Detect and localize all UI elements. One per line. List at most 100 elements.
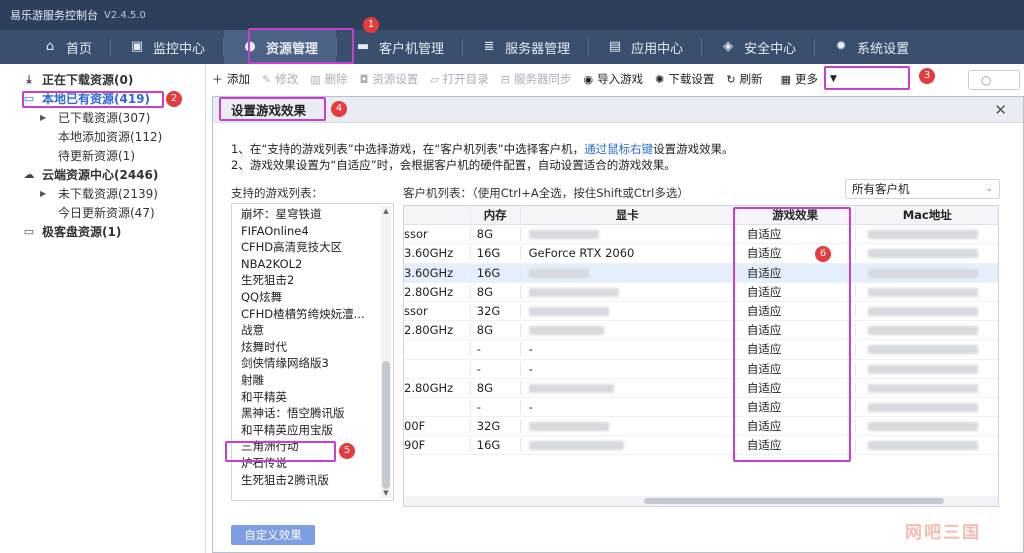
- redacted-value: [868, 268, 979, 278]
- redacted-value: [868, 230, 979, 240]
- watermark: 网吧三国: [905, 523, 981, 543]
- tree-label: 极客盘资源(1): [42, 225, 122, 239]
- horizontal-scrollbar[interactable]: [404, 496, 998, 506]
- client-table[interactable]: 内存 显卡 游戏效果 Mac地址 ssor 8G 自适应 3.60GHz 16G GeFo…: [403, 205, 999, 507]
- nav-home[interactable]: ⌂ 首页: [0, 30, 110, 64]
- custom-effect-button[interactable]: 自定义效果: [231, 525, 315, 545]
- tree-today-updated[interactable]: 今日更新资源(47): [0, 203, 205, 222]
- instruction-link[interactable]: 通过鼠标右键: [584, 142, 653, 156]
- tree-disk[interactable]: ▭ 极客盘资源(1): [0, 222, 205, 241]
- nav-settings[interactable]: ✹ 系统设置: [815, 30, 927, 64]
- cell-gpu: GeForce RTX 2060: [519, 246, 734, 261]
- open-dir-button[interactable]: ▱ 打开目录: [430, 71, 488, 87]
- game-list-item[interactable]: CFHD楂樻竻绔炴妧澶...: [232, 306, 393, 323]
- instruction-line-1: 1、在“支持的游戏列表”中选择游戏，在“客户机列表”中选择客户机，通过鼠标右键设…: [231, 141, 734, 157]
- cell-cpu: ssor: [404, 227, 428, 242]
- refresh-button[interactable]: ↻ 刷新: [726, 71, 762, 87]
- tree-label: 云端资源中心(2446): [42, 168, 159, 182]
- game-list-item[interactable]: FIFAOnline4: [232, 223, 393, 240]
- table-row[interactable]: 3.60GHz 16G GeForce RTX 2060 自适应: [404, 244, 998, 264]
- game-list-item[interactable]: 和平精英应用宝版: [232, 422, 393, 439]
- import-game-button[interactable]: ◉ 导入游戏: [584, 71, 644, 87]
- cell-mac: [855, 438, 998, 453]
- game-effect-dialog: 设置游戏效果 ✕ 1、在“支持的游戏列表”中选择游戏，在“客户机列表”中选择客户…: [212, 96, 1024, 553]
- cell-gpu: [519, 323, 734, 338]
- game-list-item[interactable]: CFHD高清竞技大区: [232, 239, 393, 256]
- game-list-item[interactable]: NBA2KOL2: [232, 256, 393, 273]
- plus-icon: ＋: [212, 73, 223, 86]
- client-filter-select[interactable]: 所有客户机 ⌄: [845, 179, 1000, 199]
- game-list-item[interactable]: 黑神话：悟空腾讯版: [232, 405, 393, 422]
- table-row[interactable]: ssor 8G 自适应: [404, 225, 998, 245]
- tree-downloaded[interactable]: ▶ 已下载资源(307): [0, 108, 205, 127]
- game-list-item[interactable]: 崩坏：星穹铁道: [232, 206, 393, 223]
- cell-mem: 16G: [469, 438, 520, 453]
- table-row[interactable]: - - 自适应: [404, 340, 998, 360]
- games-scrollbar[interactable]: ▲ ▼: [381, 206, 391, 498]
- tree-pending-update[interactable]: 待更新资源(1): [0, 146, 205, 165]
- table-row[interactable]: 00F 32G 自适应: [404, 417, 998, 437]
- cell-mac: [855, 227, 998, 242]
- tree-local-added[interactable]: 本地添加资源(112): [0, 127, 205, 146]
- table-row[interactable]: 90F 16G 自适应: [404, 436, 998, 456]
- nav-clients[interactable]: ▬ 客户机管理: [337, 30, 462, 64]
- table-row[interactable]: 2.80GHz 8G 自适应: [404, 283, 998, 302]
- grid-icon: ▦: [780, 72, 791, 86]
- nav-monitor[interactable]: ▣ 监控中心: [111, 30, 223, 64]
- scroll-down-icon[interactable]: ▼: [381, 488, 391, 498]
- server-sync-label: 服务器同步: [514, 72, 572, 86]
- annotation-box-4: [219, 97, 326, 121]
- col-gpu[interactable]: 显卡: [519, 207, 734, 224]
- resource-settings-button[interactable]: ◘ 资源设置: [360, 71, 419, 87]
- game-list-item[interactable]: 炫舞时代: [232, 339, 393, 356]
- col-mem[interactable]: 内存: [469, 207, 520, 224]
- tree-downloading[interactable]: ⤓ 正在下载资源(0): [0, 70, 205, 89]
- game-list-item[interactable]: 射雕: [232, 372, 393, 389]
- table-row[interactable]: 3.60GHz 16G 自适应: [404, 263, 998, 283]
- cell-mem: 8G: [469, 380, 520, 395]
- game-list-item[interactable]: 生死狙击2腾讯版: [232, 472, 393, 489]
- cell-mem: 8G: [469, 284, 520, 299]
- table-row[interactable]: 2.80GHz 8G 自适应: [404, 321, 998, 341]
- nav-label: 监控中心: [153, 41, 206, 57]
- download-settings-button[interactable]: ✺ 下载设置: [655, 71, 714, 87]
- expand-caret-icon[interactable]: ▶: [40, 189, 50, 198]
- game-list-item[interactable]: 和平精英: [232, 389, 393, 406]
- scroll-thumb[interactable]: [382, 361, 390, 489]
- game-list-item[interactable]: 剑侠情缘网络版3: [232, 355, 393, 372]
- table-row[interactable]: - - 自适应: [404, 360, 998, 379]
- redacted-value: [868, 383, 979, 393]
- game-list-item[interactable]: 生死狙击2: [232, 272, 393, 289]
- nav-servers[interactable]: ≣ 服务器管理: [463, 30, 588, 64]
- delete-button[interactable]: ▥ 删除: [310, 71, 347, 87]
- close-icon[interactable]: ✕: [994, 101, 1007, 119]
- scroll-up-icon[interactable]: ▲: [381, 206, 391, 216]
- cell-mem: 32G: [469, 419, 520, 434]
- table-row[interactable]: - - 自适应: [404, 398, 998, 418]
- tree-cloud[interactable]: ☁ 云端资源中心(2446): [0, 165, 205, 184]
- table-row[interactable]: 2.80GHz 8G 自适应: [404, 379, 998, 398]
- cell-mac: [855, 419, 998, 434]
- edit-button[interactable]: ✎ 修改: [262, 71, 298, 87]
- redacted-value: [868, 402, 979, 412]
- tree-label: 未下载资源(2139): [58, 187, 158, 201]
- server-sync-button[interactable]: ⊟ 服务器同步: [501, 71, 572, 87]
- col-mac[interactable]: Mac地址: [855, 207, 998, 224]
- scroll-thumb[interactable]: [644, 498, 944, 504]
- cell-mac: [855, 323, 998, 338]
- redacted-value: [868, 287, 979, 297]
- nav-security[interactable]: ◈ 安全中心: [702, 30, 814, 64]
- game-list-item[interactable]: 战意: [232, 322, 393, 339]
- search-input[interactable]: ○: [968, 70, 1020, 90]
- redacted-value: [528, 287, 619, 297]
- edit-label: 修改: [275, 72, 299, 86]
- expand-caret-icon[interactable]: ▶: [40, 113, 50, 122]
- tree-not-downloaded[interactable]: ▶ 未下载资源(2139): [0, 184, 205, 203]
- table-row[interactable]: ssor 32G 自适应: [404, 302, 998, 322]
- game-list-item[interactable]: QQ炫舞: [232, 289, 393, 306]
- cell-mac: [855, 246, 998, 261]
- nav-apps[interactable]: ▤ 应用中心: [589, 30, 701, 64]
- add-button[interactable]: ＋ 添加: [212, 71, 250, 87]
- redacted-value: [528, 307, 609, 317]
- tree-label: 今日更新资源(47): [58, 206, 155, 220]
